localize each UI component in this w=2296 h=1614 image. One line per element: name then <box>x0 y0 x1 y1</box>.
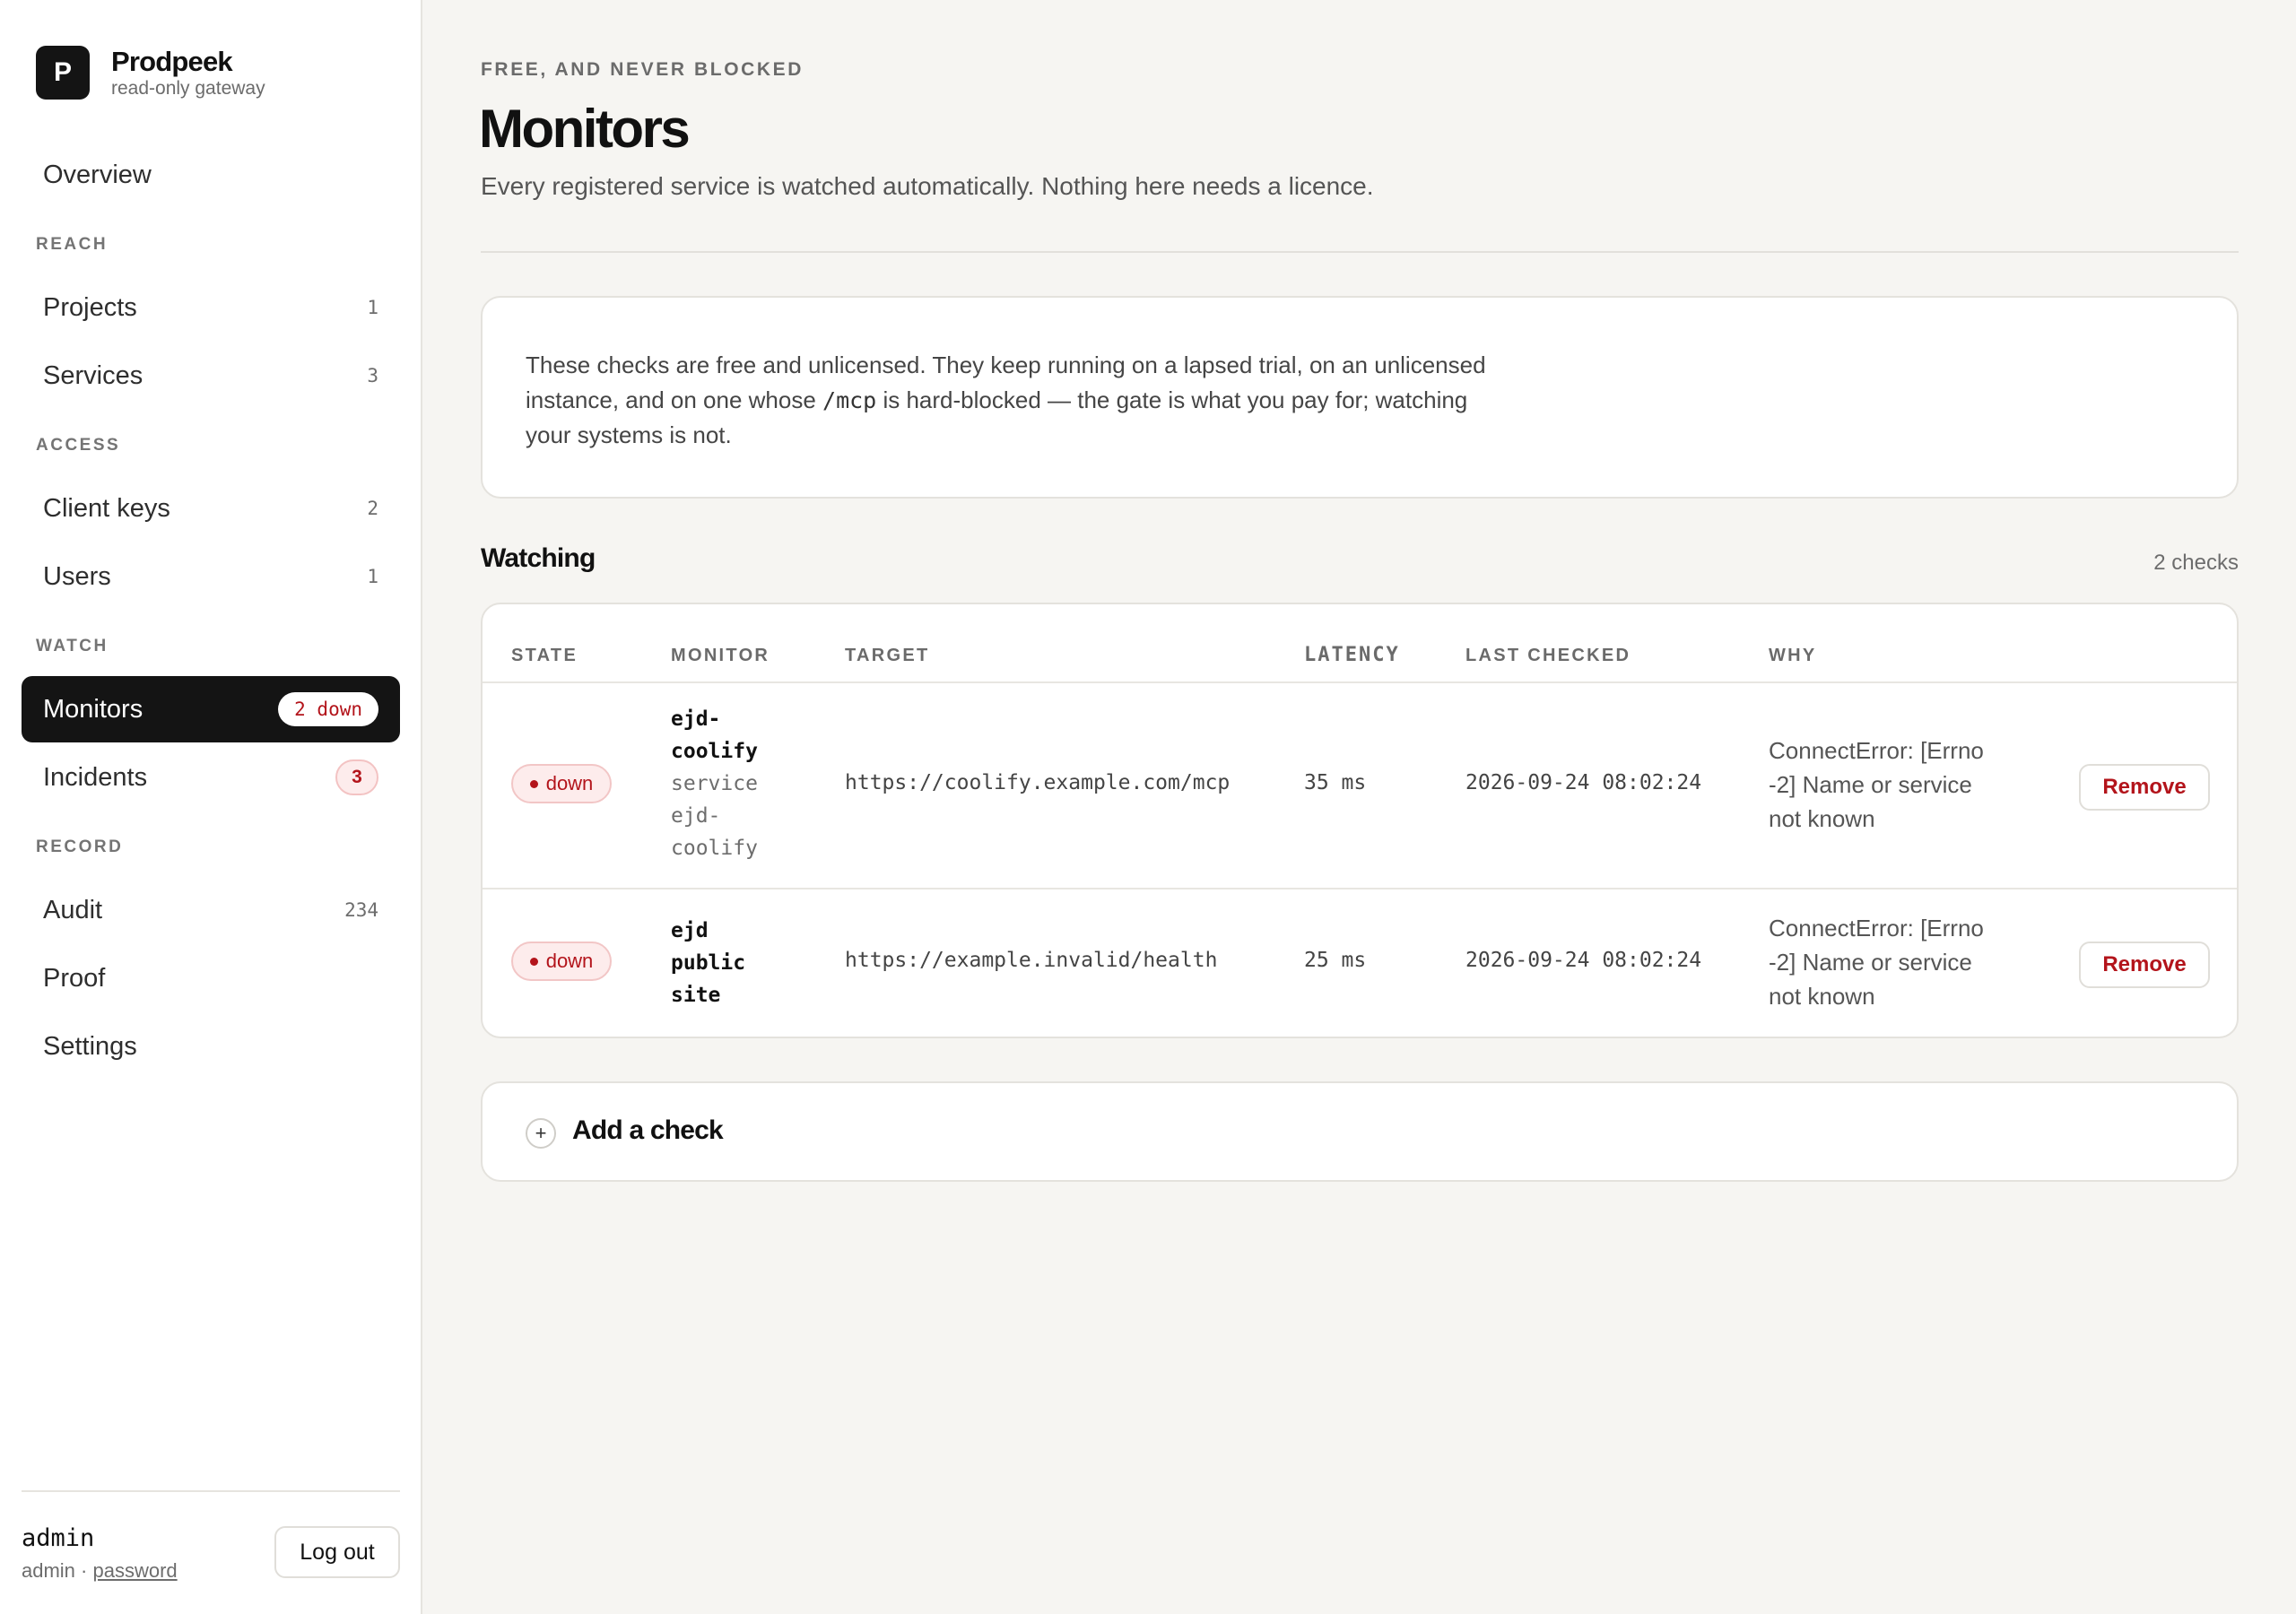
sidebar-item-count: 234 <box>344 899 378 921</box>
info-code: /mcp <box>822 387 877 413</box>
info-text: These checks are free and unlicensed. Th… <box>526 348 1512 453</box>
sidebar: P Prodpeek read-only gateway Overview RE… <box>0 0 422 1614</box>
logout-button[interactable]: Log out <box>274 1526 400 1578</box>
sidebar-item-count: 1 <box>367 566 378 587</box>
sidebar-item-label: Projects <box>43 292 137 322</box>
monitor-subtitle: service <box>671 772 758 795</box>
last-checked-value: 2026-09-24 08:02:24 <box>1465 771 1702 794</box>
latency-value: 35 ms <box>1304 771 1367 794</box>
plus-icon: + <box>526 1118 556 1149</box>
monitor-subtitle: ejd- <box>671 804 721 828</box>
target-url: https://coolify.example.com/mcp <box>845 771 1231 794</box>
column-header-latency: LATENCY <box>1304 644 1400 666</box>
user-role: admin <box>22 1559 75 1582</box>
current-user-name: admin <box>22 1524 95 1552</box>
nav-section-reach: REACH <box>36 235 109 254</box>
remove-button[interactable]: Remove <box>2079 941 2210 988</box>
sidebar-item-label: Incidents <box>43 762 148 792</box>
sidebar-item-label: Proof <box>43 963 106 993</box>
sidebar-divider <box>22 1490 400 1492</box>
brand-subtitle: read-only gateway <box>111 78 265 99</box>
nav-section-access: ACCESS <box>36 436 121 455</box>
why-line: not known <box>1769 805 1875 832</box>
page-title: Monitors <box>479 99 691 159</box>
last-checked-value: 2026-09-24 08:02:24 <box>1465 949 1702 972</box>
watching-title: Watching <box>481 543 596 573</box>
sidebar-item-settings[interactable]: Settings <box>22 1013 400 1080</box>
monitor-name: site <box>671 984 721 1007</box>
status-badge: down <box>511 764 612 803</box>
current-user-meta: admin · password <box>22 1559 178 1583</box>
sidebar-item-label: Settings <box>43 1031 137 1061</box>
monitor-name: ejd- <box>671 707 721 731</box>
down-count-badge: 2 down <box>278 692 378 726</box>
monitor-name: coolify <box>671 740 758 763</box>
status-text: down <box>545 772 594 794</box>
sidebar-item-overview[interactable]: Overview <box>22 142 400 208</box>
status-text: down <box>545 950 594 972</box>
sidebar-item-proof[interactable]: Proof <box>22 945 400 1011</box>
why-line: ConnectError: [Errno <box>1769 915 1984 941</box>
sidebar-item-users[interactable]: Users 1 <box>22 543 400 610</box>
monitor-name: public <box>671 951 746 975</box>
incident-count-badge: 3 <box>335 759 378 795</box>
why-line: ConnectError: [Errno <box>1769 737 1984 764</box>
status-dot-icon <box>529 957 538 966</box>
brand-name: Prodpeek <box>111 46 233 77</box>
row-divider <box>483 888 2237 889</box>
column-header-why: WHY <box>1769 646 1817 665</box>
sidebar-item-count: 3 <box>367 365 378 386</box>
remove-button[interactable]: Remove <box>2079 764 2210 811</box>
nav-section-record: RECORD <box>36 837 124 856</box>
add-check-panel[interactable]: + Add a check <box>481 1081 2239 1182</box>
watching-count: 2 checks <box>2153 551 2239 575</box>
why-line: -2] Name or service <box>1769 771 1972 798</box>
sidebar-item-label: Services <box>43 360 144 390</box>
why-line: not known <box>1769 983 1875 1010</box>
info-card: These checks are free and unlicensed. Th… <box>481 296 2239 499</box>
status-dot-icon <box>529 779 538 788</box>
column-header-last-checked: LAST CHECKED <box>1465 646 1631 665</box>
add-check-label: Add a check <box>572 1115 724 1145</box>
monitor-name: ejd <box>671 919 709 942</box>
meta-separator: · <box>74 1559 93 1582</box>
header-divider <box>481 251 2239 253</box>
sidebar-item-label: Audit <box>43 895 103 924</box>
sidebar-item-audit[interactable]: Audit 234 <box>22 877 400 943</box>
sidebar-item-monitors[interactable]: Monitors 2 down <box>22 676 400 742</box>
target-url: https://example.invalid/health <box>845 949 1218 972</box>
status-badge: down <box>511 941 612 981</box>
nav-section-watch: WATCH <box>36 637 109 655</box>
sidebar-item-incidents[interactable]: Incidents 3 <box>22 744 400 811</box>
column-header-state: STATE <box>511 646 578 665</box>
header-divider <box>483 681 2237 683</box>
page-subtitle: Every registered service is watched auto… <box>481 172 1374 200</box>
monitor-subtitle: coolify <box>671 837 758 860</box>
why-line: -2] Name or service <box>1769 949 1972 976</box>
page-eyebrow: FREE, AND NEVER BLOCKED <box>481 59 804 80</box>
monitors-table: STATE MONITOR TARGET LATENCY LAST CHECKE… <box>481 603 2239 1038</box>
sidebar-item-label: Users <box>43 561 111 591</box>
sidebar-item-label: Overview <box>43 160 152 189</box>
brand[interactable]: P Prodpeek read-only gateway <box>36 45 265 100</box>
column-header-target: TARGET <box>845 646 930 665</box>
sidebar-item-label: Client keys <box>43 493 170 523</box>
sidebar-item-projects[interactable]: Projects 1 <box>22 274 400 341</box>
brand-logo: P <box>36 46 90 100</box>
column-header-monitor: MONITOR <box>671 646 770 665</box>
sidebar-item-client-keys[interactable]: Client keys 2 <box>22 475 400 542</box>
sidebar-item-label: Monitors <box>43 694 144 724</box>
latency-value: 25 ms <box>1304 949 1367 972</box>
sidebar-item-count: 1 <box>367 297 378 318</box>
auth-method-link[interactable]: password <box>92 1559 177 1582</box>
sidebar-item-count: 2 <box>367 498 378 519</box>
sidebar-item-services[interactable]: Services 3 <box>22 343 400 409</box>
